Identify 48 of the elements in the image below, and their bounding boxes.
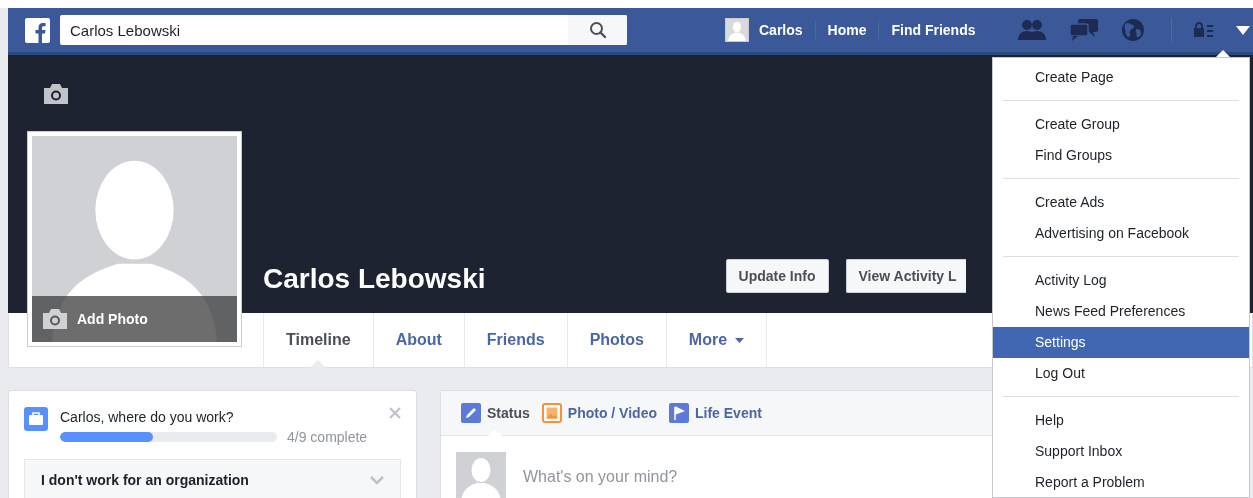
- search-field[interactable]: Carlos Lebowski: [60, 15, 627, 45]
- menu-item[interactable]: Create Page: [993, 62, 1249, 93]
- menu-item[interactable]: Activity Log: [993, 265, 1249, 296]
- photo-icon: [541, 403, 562, 423]
- profile-tab[interactable]: Friends: [463, 313, 567, 367]
- profile-name: Carlos Lebowski: [263, 263, 486, 295]
- messages-icon[interactable]: [1069, 18, 1100, 42]
- profile-tab[interactable]: Timeline: [263, 313, 373, 367]
- lock-list-icon[interactable]: [1194, 22, 1215, 38]
- progress-label: 4/9 complete: [287, 429, 368, 445]
- flag-icon: [669, 403, 689, 423]
- search-icon[interactable]: [588, 21, 607, 39]
- profile-tab[interactable]: About: [372, 313, 464, 367]
- menu-item[interactable]: Advertising on Facebook: [993, 218, 1249, 249]
- menu-item[interactable]: Support Inbox: [993, 436, 1249, 467]
- close-icon[interactable]: [389, 407, 401, 419]
- caret-icon[interactable]: [1236, 25, 1251, 35]
- menu-item[interactable]: Report a Problem: [993, 467, 1249, 497]
- chevron-icon: [370, 475, 384, 485]
- update-info-button[interactable]: Update Info: [725, 259, 829, 293]
- menu-item[interactable]: Create Ads: [993, 187, 1249, 218]
- camera-icon: [41, 308, 69, 330]
- composer-tab[interactable]: Life Event: [669, 391, 762, 435]
- friends-icon[interactable]: [1017, 18, 1048, 42]
- profile-tab[interactable]: Photos: [566, 313, 666, 367]
- activity-log-button[interactable]: View Activity L: [845, 259, 966, 293]
- composer-tab[interactable]: Photo / Video: [541, 391, 657, 435]
- globe-icon[interactable]: [1121, 18, 1146, 42]
- profile-link[interactable]: Carlos: [725, 18, 815, 42]
- profile-tab[interactable]: More: [665, 313, 768, 367]
- work-option[interactable]: I don't work for an organization: [24, 459, 401, 498]
- briefcase-icon: [24, 407, 48, 431]
- avatar-icon: [726, 19, 748, 41]
- menu-item[interactable]: Find Groups: [993, 140, 1249, 171]
- work-question: Carlos, where do you work?: [60, 409, 234, 425]
- nav-link[interactable]: Find Friends: [879, 22, 988, 38]
- add-photo-label[interactable]: Add Photo: [77, 311, 148, 327]
- menu-item[interactable]: Create Group: [993, 109, 1249, 140]
- composer-tab[interactable]: Status: [461, 391, 530, 435]
- menu-item[interactable]: Settings: [993, 327, 1249, 358]
- menu-item[interactable]: Log Out: [993, 358, 1249, 389]
- caret-icon: [735, 337, 745, 343]
- logo-icon[interactable]: [25, 17, 50, 43]
- menu-item[interactable]: Help: [993, 405, 1249, 436]
- camera-icon[interactable]: [42, 83, 70, 105]
- nav-link[interactable]: Home: [815, 22, 879, 38]
- menu-item[interactable]: News Feed Preferences: [993, 296, 1249, 327]
- pencil-icon: [461, 403, 481, 423]
